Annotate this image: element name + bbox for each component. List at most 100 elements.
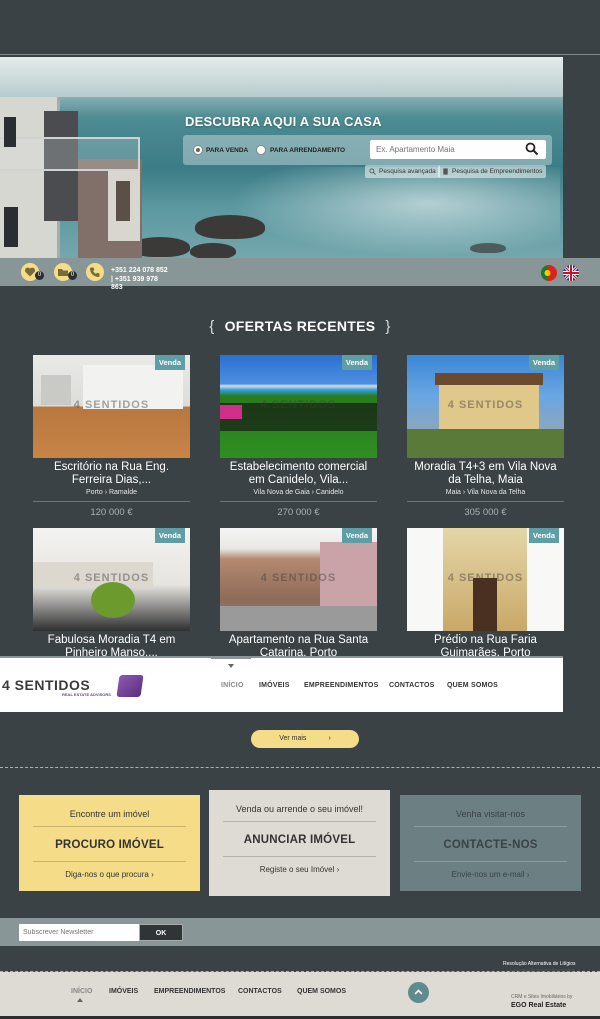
footer-nav-inicio[interactable]: INÍCIO [71,988,92,995]
rock [470,243,506,253]
cta-divider [223,821,376,822]
house-roof [435,373,543,385]
bracket-right: } [385,318,391,335]
cta-divider [414,861,567,862]
radio-sale[interactable] [193,145,203,155]
property-title-line: em Canidelo, Vila... [248,474,349,486]
building-balcony [0,137,140,171]
property-location: Porto › Ramalde [33,489,190,502]
cta-heading: Venda ou arrende o seu imóvel! [235,804,364,814]
nav-item-inicio[interactable]: INÍCIO [221,682,244,689]
property-title[interactable]: Moradia T4+3 em Vila Nova da Telha, Maia [399,461,572,487]
cta-heading: Encontre um imóvel [69,809,150,819]
phone-line: | +351 939 978 [111,275,158,283]
watermark: 4 SENTIDOS [260,399,337,411]
search-input[interactable] [370,140,546,159]
cta-contact-us[interactable]: Venha visitar-nos CONTACTE-NOS Envie-nos… [400,795,581,891]
property-image[interactable]: 4 SENTIDOS [220,355,377,458]
phone-line: +351 224 078 852 [111,267,168,274]
cta-link[interactable]: Diga-nos o que procura › [19,870,200,879]
property-title-line: Prédio na Rua Faria [434,634,537,646]
phone-numbers[interactable]: +351 224 078 852 | +351 939 978 863 [111,267,181,293]
see-more-button[interactable]: Ver mais › [251,730,359,748]
cta-heading: Venha visitar-nos [455,809,526,819]
status-badge: Venda [154,528,185,543]
property-title-line: da Telha, Maia [448,474,523,486]
rock [195,215,265,239]
cta-link[interactable]: Registe o seu Imóvel › [209,865,390,874]
search-panel: PARA VENDA PARA ARRENDAMENTO [183,135,552,165]
advanced-search-link[interactable]: Pesquisa avançada [365,165,440,178]
footer-nav-quem-somos[interactable]: QUEM SOMOS [297,988,346,995]
nav-item-quem-somos[interactable]: QUEM SOMOS [447,682,498,689]
caret-down-icon [228,664,234,668]
site-logo[interactable]: 4 SENTIDOS REAL ESTATE ADVISORS [2,674,144,700]
footer-nav-contactos[interactable]: CONTACTOS [238,988,282,995]
phone-button[interactable] [86,263,104,281]
watermark: 4 SENTIDOS [73,572,150,584]
cta-divider [223,856,376,857]
property-price: 120 000 € [90,507,133,518]
phone-icon [90,267,100,277]
contact-bar [0,258,600,286]
newsletter-submit-button[interactable]: OK [139,924,183,941]
building-window [4,207,18,247]
radio-rent[interactable] [256,145,266,155]
bracket-left: { [209,318,215,335]
cta-link[interactable]: Envie-nos um e-mail › [400,870,581,879]
property-title[interactable]: Estabelecimento comercial em Canidelo, Vi… [212,461,385,487]
logo-subtitle: REAL ESTATE ADVISORS [62,692,111,697]
building-window [116,181,130,221]
hero-title: DESCUBRA AQUI A SUA CASA [185,114,382,129]
property-image[interactable]: 4 SENTIDOS [33,528,190,631]
plant [91,582,135,618]
flag-uk-icon[interactable] [563,265,579,281]
search-icon [369,168,376,175]
footer-nav-imoveis[interactable]: IMÓVEIS [109,988,138,995]
cta-title: CONTACTE-NOS [443,839,538,851]
status-badge: Venda [341,355,372,370]
cta-divider [33,861,186,862]
chevron-right-icon: › [328,735,331,742]
property-image[interactable]: 4 SENTIDOS [220,528,377,631]
radio-sale-label[interactable]: PARA VENDA [206,147,248,154]
nav-active-indicator [211,656,251,659]
property-image[interactable]: 4 SENTIDOS [33,355,190,458]
building-icon [443,168,448,175]
cta-list-property[interactable]: Venda ou arrende o seu imóvel! ANUNCIAR … [209,790,390,896]
property-image[interactable]: 4 SENTIDOS [407,528,564,631]
watermark: 4 SENTIDOS [447,399,524,411]
ego-real-estate-logo[interactable]: EGO Real Estate [511,1002,566,1009]
chevron-up-icon [414,989,423,995]
see-more-label: Ver mais [279,735,307,742]
credit-line: CRM e Sites Imobiliários by [511,994,573,1000]
search-icon[interactable] [525,142,539,156]
cta-divider [33,826,186,827]
nav-item-contactos[interactable]: CONTACTOS [389,682,435,689]
cta-title: PROCURO IMÓVEL [55,839,164,851]
newsletter-email-input[interactable] [19,924,139,941]
watermark: 4 SENTIDOS [73,399,150,411]
developments-search-link[interactable]: Pesquisa de Empreendimentos [438,165,547,178]
watermark: 4 SENTIDOS [260,572,337,584]
nav-item-empreendimentos[interactable]: EMPREENDIMENTOS [304,682,378,689]
logo-mark-icon [116,675,144,697]
recent-offers-title: {OFERTAS RECENTES} [0,318,600,335]
property-image[interactable]: 4 SENTIDOS [407,355,564,458]
property-title-line: Escritório na Rua Eng. [53,461,170,473]
saved-count: 0 [68,271,77,280]
cta-find-property[interactable]: Encontre um imóvel PROCURO IMÓVEL Diga-n… [19,795,200,891]
dispute-resolution-link[interactable]: Resolução Alternativa de Litígios [503,961,576,967]
building-image [0,77,142,258]
flag-portugal-icon[interactable] [541,265,557,281]
cta-divider [414,826,567,827]
property-title-line: Ferreira Dias,... [71,474,152,486]
radio-rent-label[interactable]: PARA ARRENDAMENTO [270,147,345,154]
nav-item-imoveis[interactable]: IMÓVEIS [259,682,290,689]
developments-search-label: Pesquisa de Empreendimentos [452,168,543,175]
property-title[interactable]: Escritório na Rua Eng. Ferreira Dias,... [25,461,198,487]
back-to-top-button[interactable] [408,982,429,1003]
phone-line: 863 [111,284,123,291]
footer-nav-empreendimentos[interactable]: EMPREENDIMENTOS [154,988,225,995]
garden [407,429,564,458]
